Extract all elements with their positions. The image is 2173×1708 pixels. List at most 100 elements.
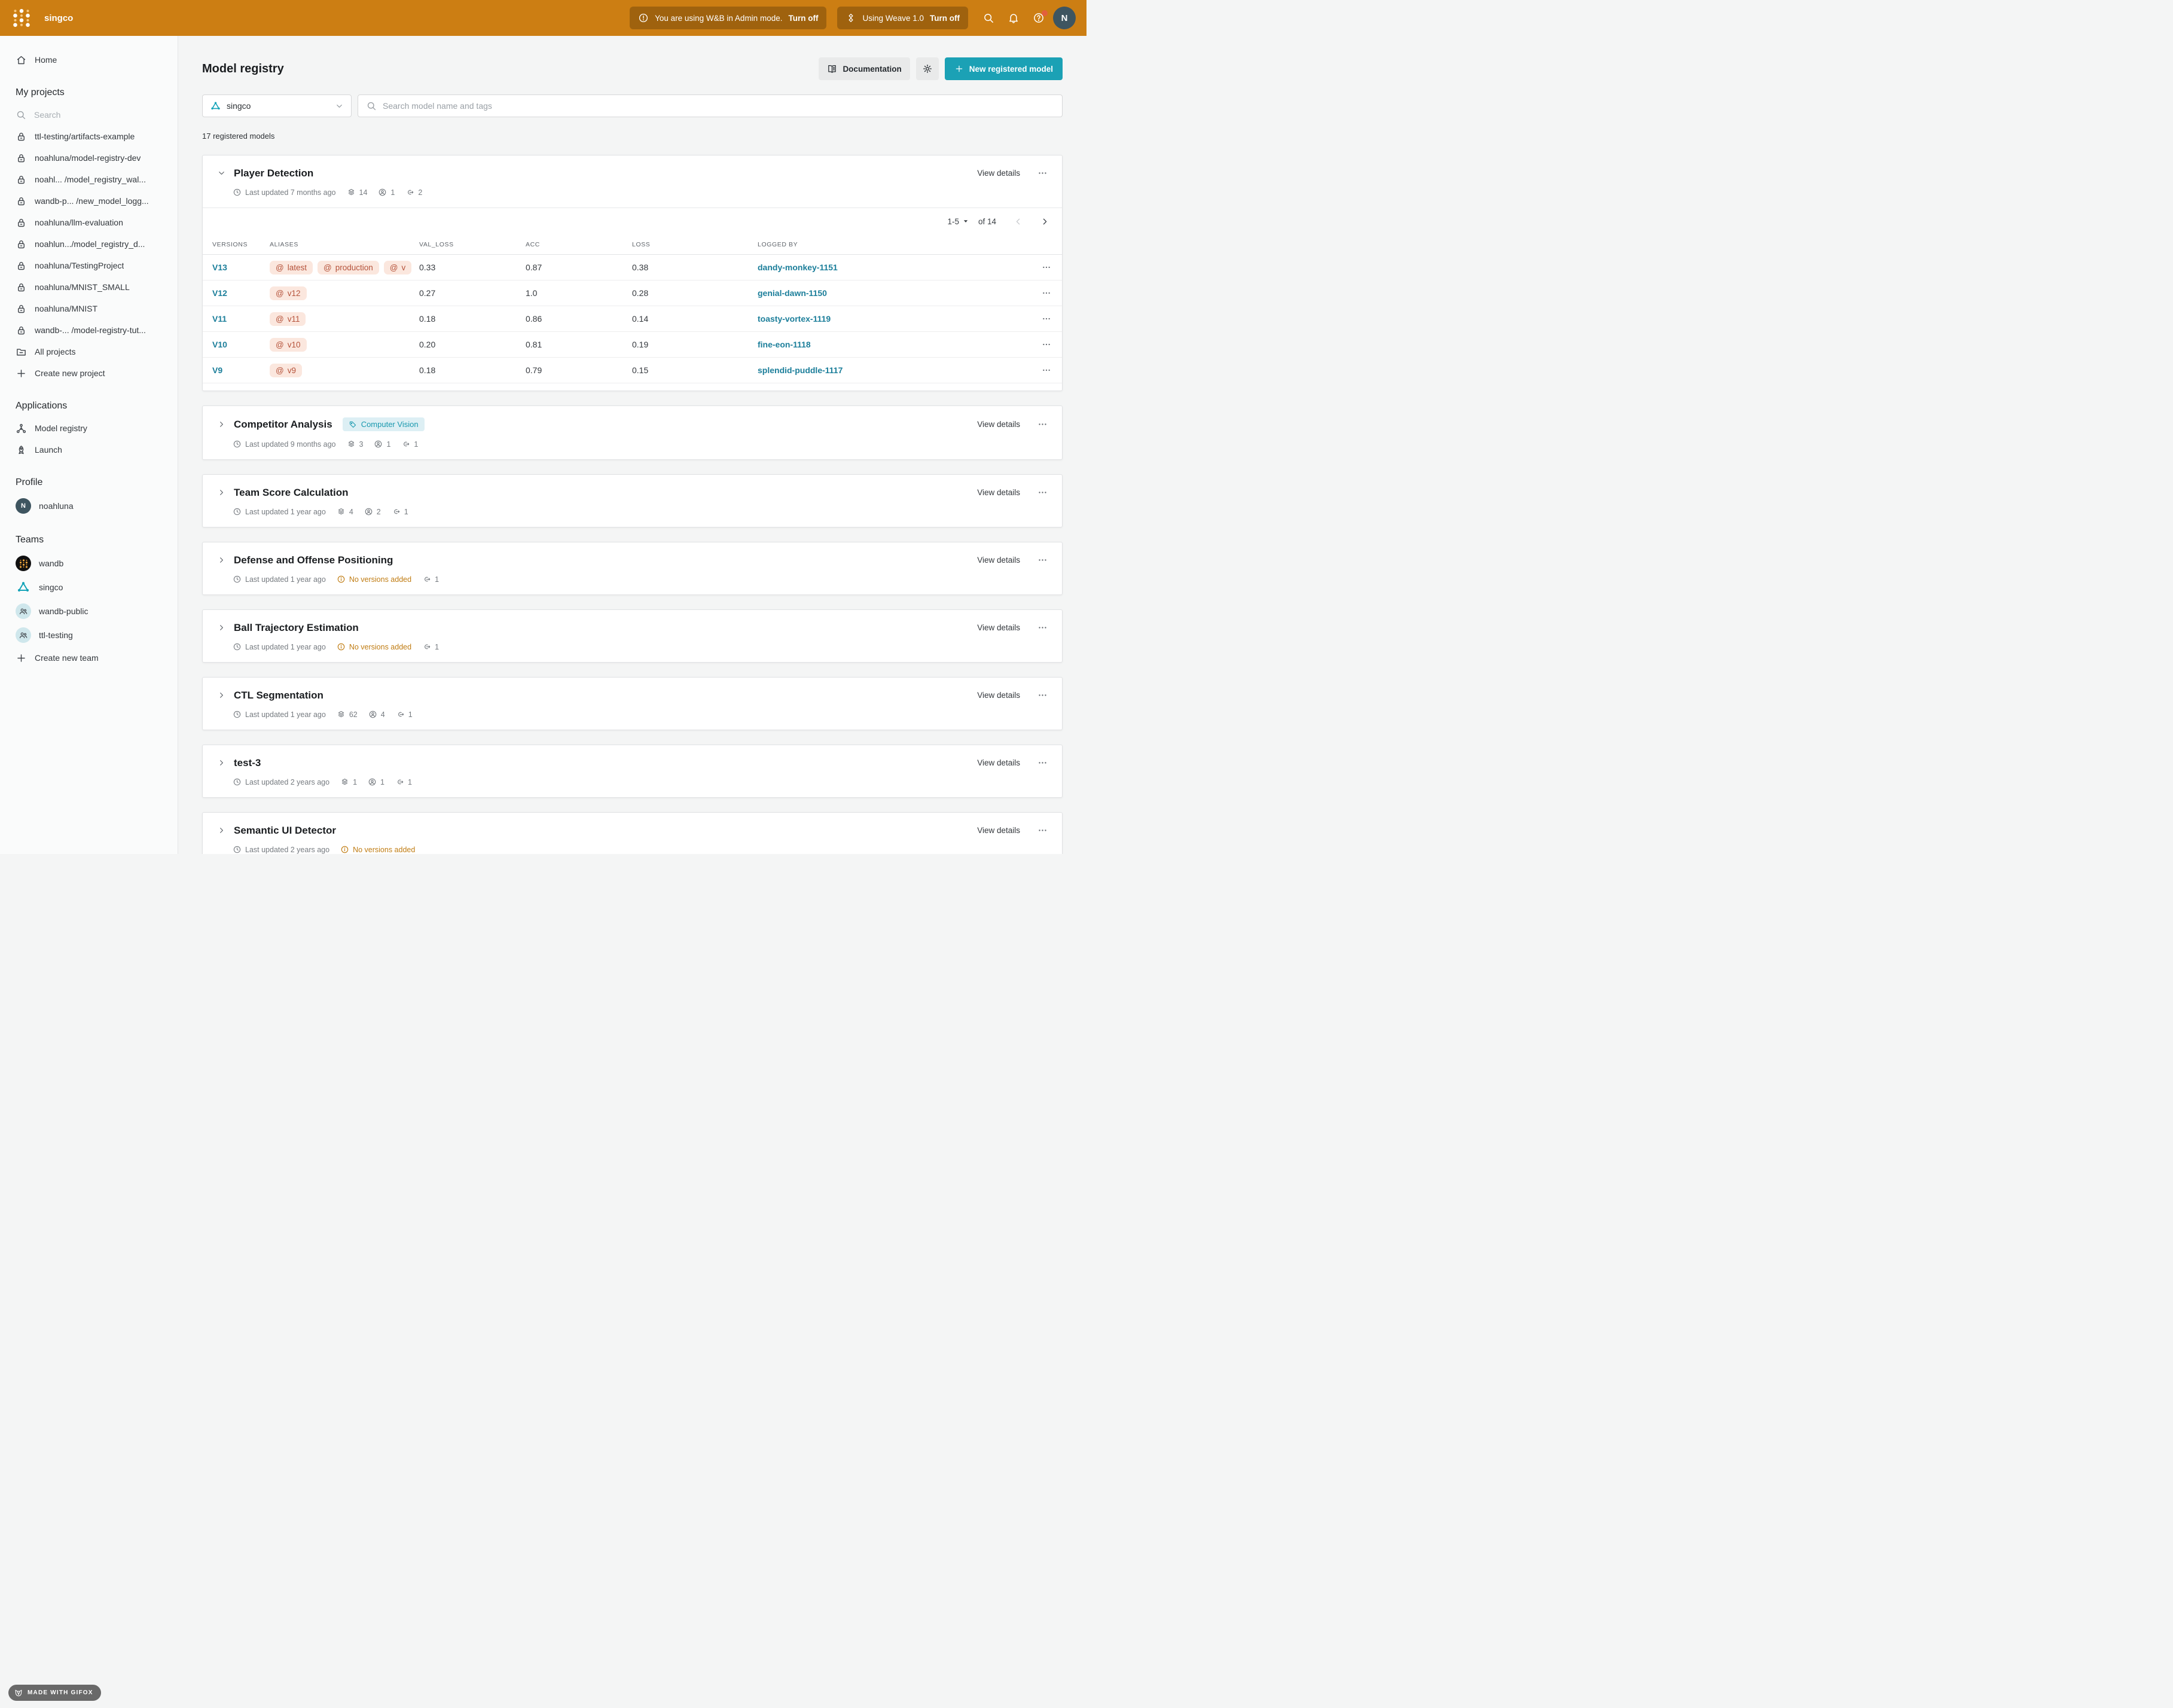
model-meta: Last updated 2 years agoNo versions adde… <box>233 845 1049 854</box>
sidebar-project-item[interactable]: noahluna/model-registry-dev <box>0 147 178 169</box>
metric-val-loss: 0.18 <box>419 314 526 324</box>
model-card: test-3View detailsLast updated 2 years a… <box>202 745 1063 798</box>
prev-page-button[interactable] <box>1013 216 1023 227</box>
sidebar-project-item[interactable]: noahluna/TestingProject <box>0 255 178 276</box>
sidebar-project-item[interactable]: ttl-testing/artifacts-example <box>0 126 178 147</box>
sidebar-project-item[interactable]: wandb-... /model-registry-tut... <box>0 319 178 341</box>
sidebar-item-home[interactable]: Home <box>0 49 178 71</box>
sidebar-item-create-team[interactable]: Create new team <box>0 647 178 669</box>
user-avatar[interactable]: N <box>1053 7 1076 29</box>
sidebar-team-item[interactable]: ttl-testing <box>0 623 178 647</box>
sidebar-project-item[interactable]: noahluna/MNIST_SMALL <box>0 276 178 298</box>
sidebar-project-item[interactable]: noahluna/MNIST <box>0 298 178 319</box>
sidebar-item-all-projects[interactable]: All projects <box>0 341 178 362</box>
version-link[interactable]: V11 <box>212 314 270 324</box>
expand-toggle[interactable] <box>216 487 227 498</box>
bell-icon[interactable] <box>1008 12 1020 24</box>
chevron-down-icon <box>217 169 226 178</box>
expand-toggle[interactable] <box>216 690 227 701</box>
model-tag[interactable]: Computer Vision <box>343 417 425 431</box>
expand-toggle[interactable] <box>216 419 227 430</box>
sidebar-item-create-project[interactable]: Create new project <box>0 362 178 384</box>
more-menu-button[interactable] <box>1036 689 1049 702</box>
documentation-button[interactable]: Documentation <box>819 57 910 80</box>
user-circle-icon <box>368 777 377 786</box>
chevron-down-icon <box>335 102 344 111</box>
alias-chip: v <box>384 261 411 274</box>
view-details-link[interactable]: View details <box>977 169 1020 178</box>
expand-toggle[interactable] <box>216 167 227 179</box>
link-out-icon <box>422 575 431 584</box>
settings-button[interactable] <box>916 57 939 80</box>
sidebar-project-item[interactable]: noahlun.../model_registry_d... <box>0 233 178 255</box>
search-icon[interactable] <box>982 12 994 24</box>
plus-icon <box>16 368 27 379</box>
sidebar-item-profile[interactable]: N noahluna <box>0 494 178 518</box>
link-count-label: 1 <box>408 778 412 786</box>
view-details-link[interactable]: View details <box>977 420 1020 429</box>
view-details-link[interactable]: View details <box>977 556 1020 565</box>
view-details-link[interactable]: View details <box>977 623 1020 632</box>
row-menu-button[interactable] <box>1042 340 1062 349</box>
metric-val-loss: 0.33 <box>419 263 526 272</box>
next-page-button[interactable] <box>1040 216 1050 227</box>
help-button[interactable] <box>1033 12 1045 24</box>
sidebar-team-item[interactable]: singco <box>0 575 178 599</box>
expand-toggle[interactable] <box>216 757 227 768</box>
run-link[interactable]: genial-dawn-1150 <box>758 288 1028 298</box>
run-link[interactable]: splendid-puddle-1117 <box>758 365 1028 375</box>
sidebar-item-launch[interactable]: Launch <box>0 439 178 460</box>
main-content: Model registry Documentation New registe… <box>178 36 1086 854</box>
column-header: ALIASES <box>270 241 419 248</box>
expand-toggle[interactable] <box>216 554 227 566</box>
no-versions-warning-label: No versions added <box>353 846 415 854</box>
model-search-input[interactable] <box>383 101 1054 111</box>
row-menu-button[interactable] <box>1042 365 1062 375</box>
sidebar-search-input[interactable] <box>34 110 142 120</box>
more-menu-button[interactable] <box>1036 418 1049 431</box>
sidebar-project-item[interactable]: noahl... /model_registry_wal... <box>0 169 178 190</box>
version-link[interactable]: V10 <box>212 340 270 349</box>
view-details-link[interactable]: View details <box>977 488 1020 497</box>
row-menu-button[interactable] <box>1042 314 1062 324</box>
sidebar-team-item[interactable]: wandb <box>0 551 178 575</box>
view-details-link[interactable]: View details <box>977 826 1020 835</box>
entity-dropdown[interactable]: singco <box>202 94 352 117</box>
version-count-label: 62 <box>349 710 358 719</box>
view-details-link[interactable]: View details <box>977 758 1020 767</box>
sidebar-project-item[interactable]: noahluna/llm-evaluation <box>0 212 178 233</box>
chevron-right-icon <box>217 623 226 632</box>
metric-loss: 0.28 <box>632 288 758 298</box>
version-link[interactable]: V12 <box>212 288 270 298</box>
rows-range-dropdown[interactable]: 1-5 <box>947 217 970 226</box>
run-link[interactable]: fine-eon-1118 <box>758 340 1028 349</box>
wandb-logo-icon[interactable] <box>11 7 32 29</box>
more-menu-button[interactable] <box>1036 621 1049 634</box>
user-circle-icon <box>378 188 387 197</box>
more-menu-button[interactable] <box>1036 486 1049 499</box>
user-count: 4 <box>368 710 385 719</box>
model-card-header: Ball Trajectory EstimationView detailsLa… <box>203 610 1062 662</box>
more-menu-button[interactable] <box>1036 554 1049 566</box>
sidebar-item-model-registry[interactable]: Model registry <box>0 417 178 439</box>
new-registered-model-button[interactable]: New registered model <box>945 57 1063 80</box>
run-link[interactable]: toasty-vortex-1119 <box>758 314 1028 324</box>
sidebar-team-item[interactable]: wandb-public <box>0 599 178 623</box>
gifox-label: MADE WITH GIFOX <box>28 1689 93 1696</box>
sidebar-project-item[interactable]: wandb-p... /new_model_logg... <box>0 190 178 212</box>
expand-toggle[interactable] <box>216 825 227 836</box>
expand-toggle[interactable] <box>216 622 227 633</box>
model-card: Ball Trajectory EstimationView detailsLa… <box>202 609 1063 663</box>
project-name: noahlun.../model_registry_d... <box>35 239 145 249</box>
version-link[interactable]: V9 <box>212 365 270 375</box>
more-menu-button[interactable] <box>1036 824 1049 837</box>
version-link[interactable]: V13 <box>212 263 270 272</box>
view-details-link[interactable]: View details <box>977 691 1020 700</box>
run-link[interactable]: dandy-monkey-1151 <box>758 263 1028 272</box>
admin-turn-off-button[interactable]: Turn off <box>788 14 818 23</box>
row-menu-button[interactable] <box>1042 288 1062 298</box>
weave-turn-off-button[interactable]: Turn off <box>930 14 960 23</box>
row-menu-button[interactable] <box>1042 263 1062 272</box>
more-menu-button[interactable] <box>1036 757 1049 769</box>
more-menu-button[interactable] <box>1036 167 1049 179</box>
